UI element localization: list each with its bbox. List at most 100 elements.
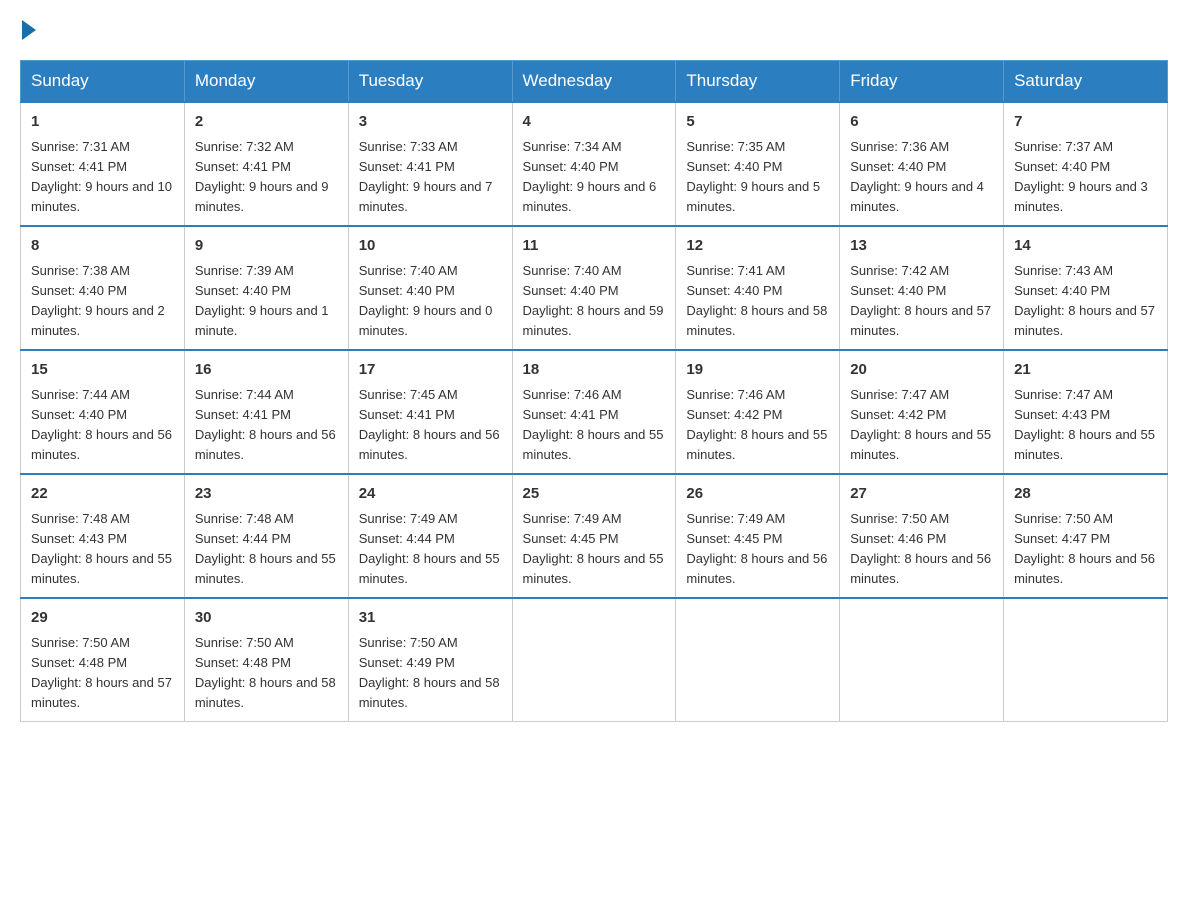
week-row-5: 29 Sunrise: 7:50 AM Sunset: 4:48 PM Dayl… [21,598,1168,722]
calendar-cell: 31 Sunrise: 7:50 AM Sunset: 4:49 PM Dayl… [348,598,512,722]
calendar-cell: 28 Sunrise: 7:50 AM Sunset: 4:47 PM Dayl… [1004,474,1168,598]
calendar-cell: 10 Sunrise: 7:40 AM Sunset: 4:40 PM Dayl… [348,226,512,350]
day-info: Sunrise: 7:42 AM Sunset: 4:40 PM Dayligh… [850,261,993,342]
column-header-monday: Monday [184,61,348,103]
day-number: 7 [1014,111,1157,134]
day-number: 19 [686,359,829,382]
day-info: Sunrise: 7:49 AM Sunset: 4:44 PM Dayligh… [359,509,502,590]
column-header-sunday: Sunday [21,61,185,103]
week-row-3: 15 Sunrise: 7:44 AM Sunset: 4:40 PM Dayl… [21,350,1168,474]
day-info: Sunrise: 7:44 AM Sunset: 4:41 PM Dayligh… [195,385,338,466]
day-number: 14 [1014,235,1157,258]
day-number: 13 [850,235,993,258]
column-header-thursday: Thursday [676,61,840,103]
day-info: Sunrise: 7:48 AM Sunset: 4:43 PM Dayligh… [31,509,174,590]
calendar-cell: 29 Sunrise: 7:50 AM Sunset: 4:48 PM Dayl… [21,598,185,722]
day-info: Sunrise: 7:43 AM Sunset: 4:40 PM Dayligh… [1014,261,1157,342]
column-header-tuesday: Tuesday [348,61,512,103]
day-info: Sunrise: 7:50 AM Sunset: 4:49 PM Dayligh… [359,633,502,714]
week-row-1: 1 Sunrise: 7:31 AM Sunset: 4:41 PM Dayli… [21,102,1168,226]
calendar-header-row: SundayMondayTuesdayWednesdayThursdayFrid… [21,61,1168,103]
calendar-cell: 14 Sunrise: 7:43 AM Sunset: 4:40 PM Dayl… [1004,226,1168,350]
calendar-cell [840,598,1004,722]
column-header-friday: Friday [840,61,1004,103]
day-number: 29 [31,607,174,630]
day-number: 28 [1014,483,1157,506]
calendar-cell: 8 Sunrise: 7:38 AM Sunset: 4:40 PM Dayli… [21,226,185,350]
day-number: 16 [195,359,338,382]
calendar-cell: 9 Sunrise: 7:39 AM Sunset: 4:40 PM Dayli… [184,226,348,350]
day-number: 2 [195,111,338,134]
day-number: 3 [359,111,502,134]
column-header-saturday: Saturday [1004,61,1168,103]
page-header [20,20,1168,40]
day-number: 25 [523,483,666,506]
day-info: Sunrise: 7:50 AM Sunset: 4:46 PM Dayligh… [850,509,993,590]
calendar-cell: 7 Sunrise: 7:37 AM Sunset: 4:40 PM Dayli… [1004,102,1168,226]
calendar-cell: 22 Sunrise: 7:48 AM Sunset: 4:43 PM Dayl… [21,474,185,598]
day-info: Sunrise: 7:39 AM Sunset: 4:40 PM Dayligh… [195,261,338,342]
day-info: Sunrise: 7:37 AM Sunset: 4:40 PM Dayligh… [1014,137,1157,218]
day-info: Sunrise: 7:50 AM Sunset: 4:48 PM Dayligh… [195,633,338,714]
day-number: 11 [523,235,666,258]
day-number: 9 [195,235,338,258]
day-number: 12 [686,235,829,258]
day-number: 24 [359,483,502,506]
calendar-cell [512,598,676,722]
week-row-2: 8 Sunrise: 7:38 AM Sunset: 4:40 PM Dayli… [21,226,1168,350]
day-info: Sunrise: 7:34 AM Sunset: 4:40 PM Dayligh… [523,137,666,218]
day-info: Sunrise: 7:41 AM Sunset: 4:40 PM Dayligh… [686,261,829,342]
calendar-cell: 17 Sunrise: 7:45 AM Sunset: 4:41 PM Dayl… [348,350,512,474]
calendar-cell: 30 Sunrise: 7:50 AM Sunset: 4:48 PM Dayl… [184,598,348,722]
calendar-cell: 12 Sunrise: 7:41 AM Sunset: 4:40 PM Dayl… [676,226,840,350]
day-number: 8 [31,235,174,258]
day-number: 30 [195,607,338,630]
logo-arrow-icon [22,20,36,40]
day-info: Sunrise: 7:47 AM Sunset: 4:42 PM Dayligh… [850,385,993,466]
day-number: 22 [31,483,174,506]
day-info: Sunrise: 7:49 AM Sunset: 4:45 PM Dayligh… [523,509,666,590]
calendar-cell: 2 Sunrise: 7:32 AM Sunset: 4:41 PM Dayli… [184,102,348,226]
calendar-cell: 11 Sunrise: 7:40 AM Sunset: 4:40 PM Dayl… [512,226,676,350]
calendar-cell: 3 Sunrise: 7:33 AM Sunset: 4:41 PM Dayli… [348,102,512,226]
day-info: Sunrise: 7:35 AM Sunset: 4:40 PM Dayligh… [686,137,829,218]
calendar-cell: 1 Sunrise: 7:31 AM Sunset: 4:41 PM Dayli… [21,102,185,226]
day-info: Sunrise: 7:44 AM Sunset: 4:40 PM Dayligh… [31,385,174,466]
calendar-cell [1004,598,1168,722]
day-number: 20 [850,359,993,382]
day-info: Sunrise: 7:38 AM Sunset: 4:40 PM Dayligh… [31,261,174,342]
day-number: 10 [359,235,502,258]
calendar-cell: 6 Sunrise: 7:36 AM Sunset: 4:40 PM Dayli… [840,102,1004,226]
day-info: Sunrise: 7:40 AM Sunset: 4:40 PM Dayligh… [523,261,666,342]
day-info: Sunrise: 7:50 AM Sunset: 4:47 PM Dayligh… [1014,509,1157,590]
calendar-cell: 24 Sunrise: 7:49 AM Sunset: 4:44 PM Dayl… [348,474,512,598]
calendar-cell: 4 Sunrise: 7:34 AM Sunset: 4:40 PM Dayli… [512,102,676,226]
calendar-cell: 5 Sunrise: 7:35 AM Sunset: 4:40 PM Dayli… [676,102,840,226]
day-info: Sunrise: 7:46 AM Sunset: 4:42 PM Dayligh… [686,385,829,466]
calendar-cell: 23 Sunrise: 7:48 AM Sunset: 4:44 PM Dayl… [184,474,348,598]
day-info: Sunrise: 7:48 AM Sunset: 4:44 PM Dayligh… [195,509,338,590]
day-number: 5 [686,111,829,134]
calendar-cell: 26 Sunrise: 7:49 AM Sunset: 4:45 PM Dayl… [676,474,840,598]
calendar-cell: 20 Sunrise: 7:47 AM Sunset: 4:42 PM Dayl… [840,350,1004,474]
day-number: 1 [31,111,174,134]
day-info: Sunrise: 7:49 AM Sunset: 4:45 PM Dayligh… [686,509,829,590]
day-number: 21 [1014,359,1157,382]
day-info: Sunrise: 7:50 AM Sunset: 4:48 PM Dayligh… [31,633,174,714]
calendar-table: SundayMondayTuesdayWednesdayThursdayFrid… [20,60,1168,722]
calendar-cell: 27 Sunrise: 7:50 AM Sunset: 4:46 PM Dayl… [840,474,1004,598]
calendar-cell [676,598,840,722]
day-number: 31 [359,607,502,630]
week-row-4: 22 Sunrise: 7:48 AM Sunset: 4:43 PM Dayl… [21,474,1168,598]
day-info: Sunrise: 7:40 AM Sunset: 4:40 PM Dayligh… [359,261,502,342]
day-number: 17 [359,359,502,382]
day-info: Sunrise: 7:31 AM Sunset: 4:41 PM Dayligh… [31,137,174,218]
calendar-cell: 21 Sunrise: 7:47 AM Sunset: 4:43 PM Dayl… [1004,350,1168,474]
day-info: Sunrise: 7:33 AM Sunset: 4:41 PM Dayligh… [359,137,502,218]
day-info: Sunrise: 7:32 AM Sunset: 4:41 PM Dayligh… [195,137,338,218]
logo [20,20,38,40]
calendar-cell: 15 Sunrise: 7:44 AM Sunset: 4:40 PM Dayl… [21,350,185,474]
day-number: 26 [686,483,829,506]
calendar-cell: 18 Sunrise: 7:46 AM Sunset: 4:41 PM Dayl… [512,350,676,474]
column-header-wednesday: Wednesday [512,61,676,103]
